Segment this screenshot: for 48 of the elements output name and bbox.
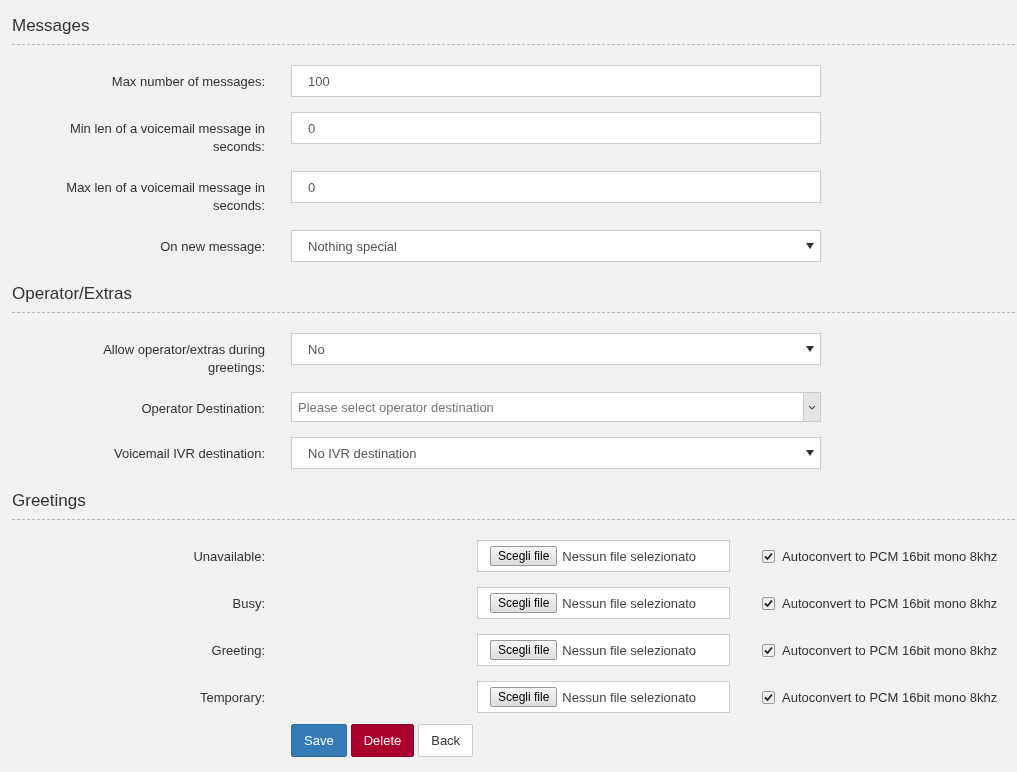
text-field[interactable]: 100 <box>291 65 821 97</box>
destination-dropdown[interactable]: Please select operator destination <box>291 392 821 422</box>
caret-icon <box>806 450 814 456</box>
back-button[interactable]: Back <box>418 724 474 757</box>
checkbox-label: Autoconvert to PCM 16bit mono 8khz <box>782 548 998 564</box>
file-picker[interactable]: Scegli file Nessun file selezionato <box>477 634 730 666</box>
file-status: Nessun file selezionato <box>562 595 697 611</box>
field-label: Operator Destination: <box>141 400 265 418</box>
file-status: Nessun file selezionato <box>562 548 697 564</box>
file-picker[interactable]: Scegli file Nessun file selezionato <box>477 587 730 619</box>
file-picker[interactable]: Scegli file Nessun file selezionato <box>477 540 730 572</box>
caret-icon <box>806 243 814 249</box>
checkbox[interactable] <box>762 643 775 657</box>
field-label: Max number of messages: <box>111 73 265 91</box>
choose-file-button[interactable]: Scegli file <box>490 640 558 660</box>
dropdown[interactable]: No IVR destination <box>291 437 821 469</box>
field-label: Busy: <box>231 595 265 611</box>
dropdown[interactable]: No <box>291 333 821 365</box>
choose-file-button[interactable]: Scegli file <box>490 593 558 613</box>
dropdown[interactable]: Nothing special <box>291 230 821 262</box>
checkbox-label: Autoconvert to PCM 16bit mono 8khz <box>782 689 998 705</box>
text-field[interactable]: 0 <box>291 171 821 203</box>
file-status: Nessun file selezionato <box>562 642 697 658</box>
field-label: Max len of a voicemail message in seconds: <box>65 179 265 215</box>
field-label: Unavailable: <box>192 548 265 564</box>
checkbox[interactable] <box>762 690 775 704</box>
field-label: Voicemail IVR destination: <box>113 445 265 463</box>
text-field[interactable]: 0 <box>291 112 821 144</box>
field-label: Min len of a voicemail message in seconds: <box>68 120 265 156</box>
checkbox[interactable] <box>762 596 775 610</box>
choose-file-button[interactable]: Scegli file <box>490 687 558 707</box>
checkbox-label: Autoconvert to PCM 16bit mono 8khz <box>782 642 998 658</box>
field-label: Greeting: <box>210 642 265 658</box>
file-status: Nessun file selezionato <box>562 689 697 705</box>
section-heading: Messages <box>12 14 1015 45</box>
field-label: Temporary: <box>198 689 265 705</box>
save-button[interactable]: Save <box>291 724 347 757</box>
chevron-icon <box>808 404 816 410</box>
section-heading: Greetings <box>12 489 1015 520</box>
checkbox[interactable] <box>762 549 775 563</box>
section-heading: Operator/Extras <box>12 282 1015 313</box>
field-label: Allow operator/extras during greetings: <box>102 341 265 377</box>
caret-icon <box>806 346 814 352</box>
field-label: On new message: <box>160 238 265 256</box>
delete-button[interactable]: Delete <box>350 724 415 757</box>
file-picker[interactable]: Scegli file Nessun file selezionato <box>477 681 730 713</box>
checkbox-label: Autoconvert to PCM 16bit mono 8khz <box>782 595 998 611</box>
choose-file-button[interactable]: Scegli file <box>490 546 558 566</box>
